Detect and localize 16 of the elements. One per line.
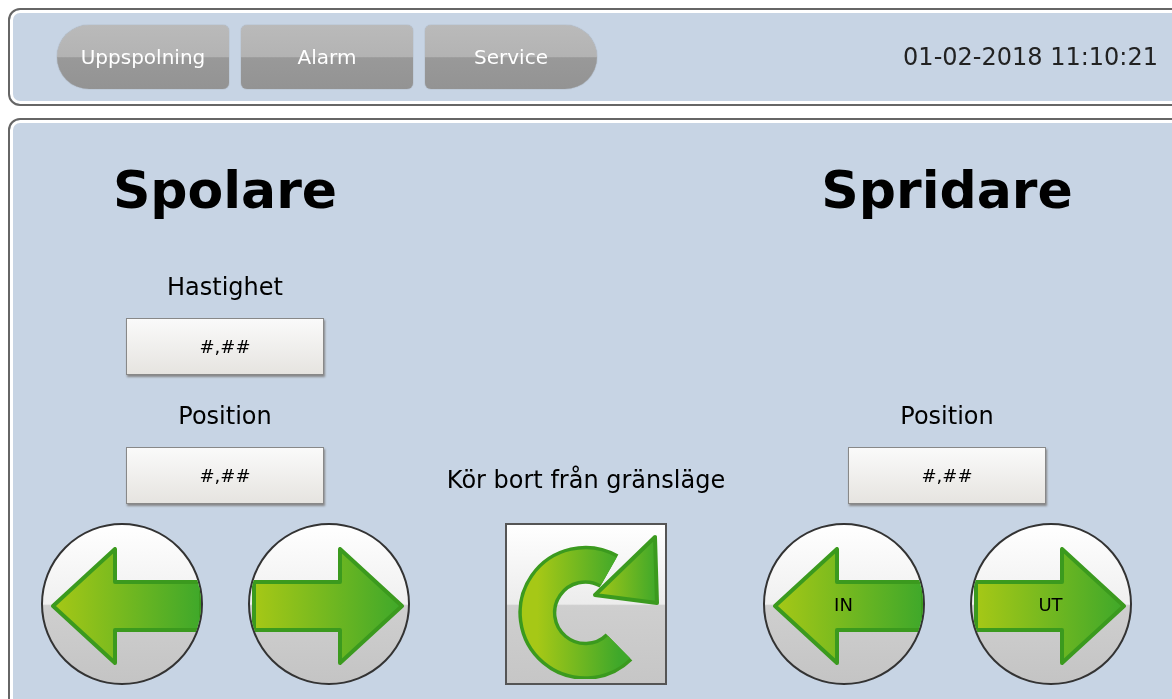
field-label: Position [178, 402, 272, 430]
field-label: Position [900, 402, 994, 430]
value-display: #,## [126, 447, 324, 504]
left-arrow-button[interactable]: IN [762, 523, 925, 685]
limit-label: Kör bort från gränsläge [446, 466, 726, 494]
field-label: Hastighet [167, 273, 283, 301]
value-display: #,## [126, 318, 324, 375]
rotate-button[interactable] [505, 523, 667, 685]
right-arrow-button[interactable]: UT [969, 523, 1132, 685]
section-title: Spridare [821, 160, 1073, 220]
value-display: #,## [848, 447, 1046, 504]
section-title: Spolare [112, 160, 338, 220]
nav-button[interactable]: Uppspolning [57, 25, 229, 89]
nav-button[interactable]: Service [425, 25, 597, 89]
nav-button[interactable]: Alarm [241, 25, 413, 89]
date-time: 01-02-2018 11:10:21 [903, 42, 1158, 73]
